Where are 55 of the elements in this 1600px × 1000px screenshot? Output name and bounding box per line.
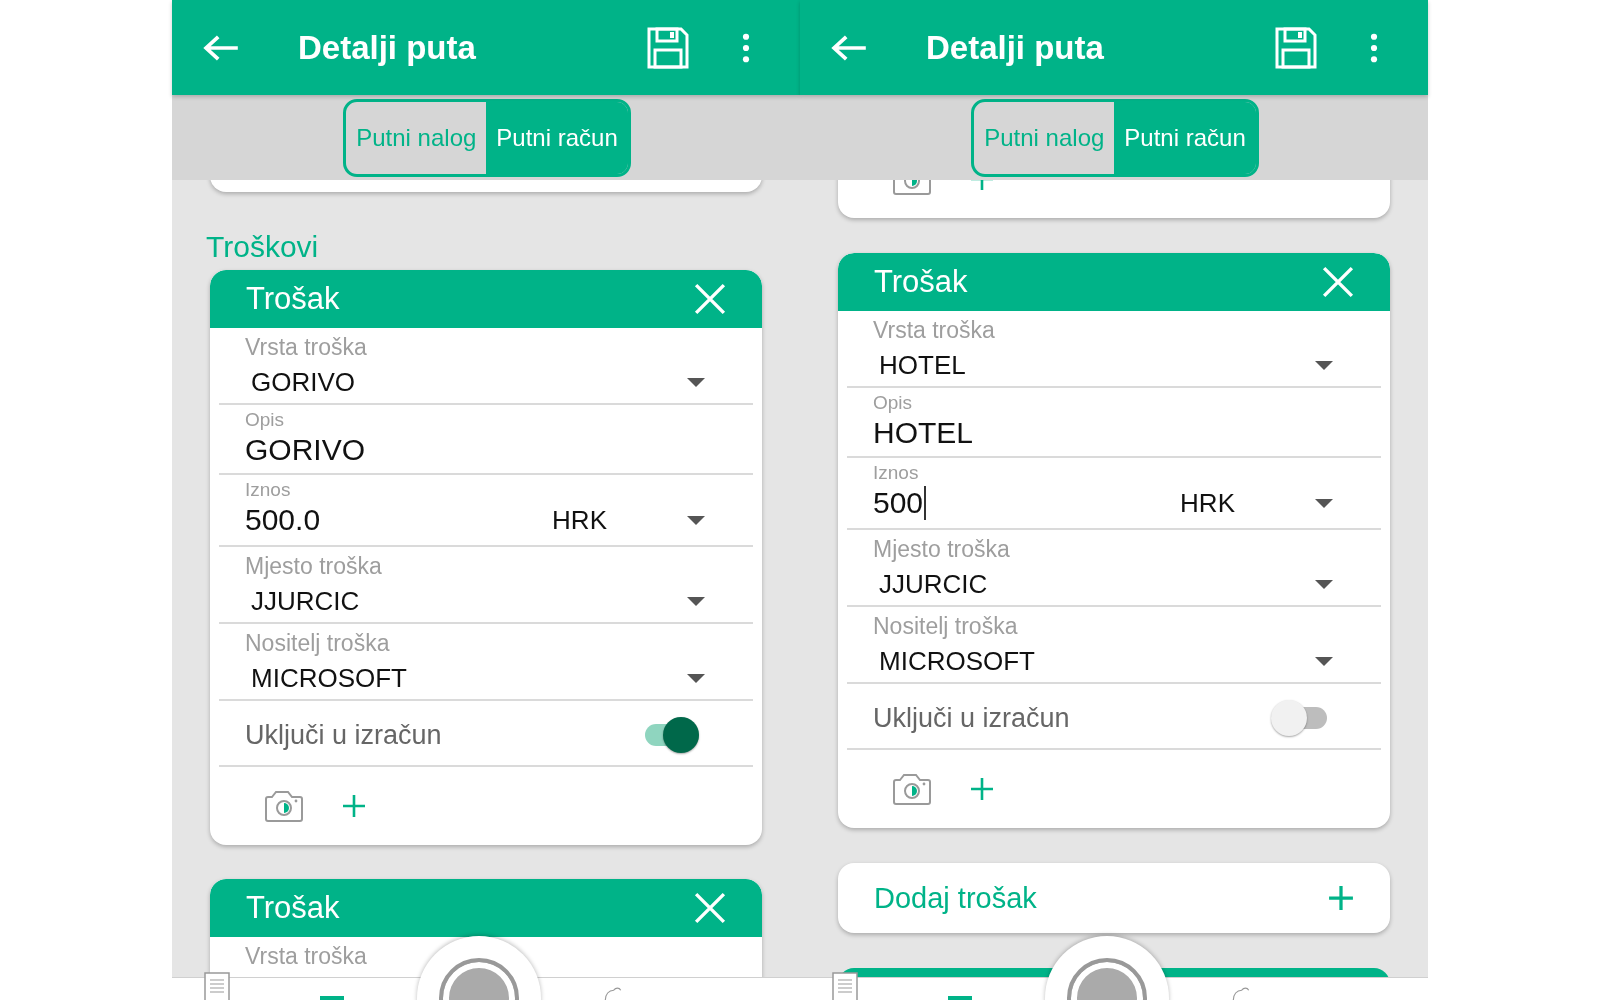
field-label: Vrsta troška (245, 333, 368, 362)
input-field[interactable]: GORIVO (245, 431, 753, 469)
dropdown-field[interactable]: HOTEL (873, 345, 1381, 385)
dropdown-field[interactable]: MICROSOFT (873, 641, 1381, 681)
currency-dropdown[interactable]: HRK (1180, 487, 1381, 519)
field-label: Opis (873, 392, 914, 414)
close-icon[interactable] (694, 892, 726, 924)
field-label: Nositelj troška (873, 612, 1019, 641)
input-field[interactable]: HOTEL (873, 414, 1381, 452)
back-arrow-icon[interactable] (202, 33, 240, 62)
amount-field[interactable]: 500 (873, 484, 1181, 522)
document-icon[interactable] (832, 972, 860, 1000)
card-title: Trošak (246, 281, 341, 317)
caret-icon (1315, 360, 1333, 370)
field-label: Mjesto troška (873, 535, 1011, 564)
field-label: Mjesto troška (245, 552, 383, 581)
document-icon[interactable] (204, 972, 232, 1000)
dropdown-field[interactable]: JJURCIC (245, 581, 753, 621)
back-arrow-icon[interactable] (830, 33, 868, 62)
camera-icon[interactable] (264, 789, 304, 823)
add-icon[interactable] (342, 794, 366, 818)
caret-icon (687, 515, 705, 525)
save-icon[interactable] (1274, 25, 1318, 70)
caret-icon (1315, 579, 1333, 589)
card-title: Trošak (246, 890, 341, 926)
dropdown-field[interactable]: MICROSOFT (245, 658, 753, 698)
screen-title: Detalji puta (298, 28, 477, 67)
dropdown-field[interactable]: GORIVO (245, 362, 753, 402)
dropdown-field[interactable]: JJURCIC (873, 564, 1381, 604)
camera-icon[interactable] (892, 772, 932, 806)
field-label: Vrsta troška (245, 942, 368, 971)
currency-dropdown[interactable]: HRK (552, 504, 753, 536)
add-icon[interactable] (1328, 885, 1354, 911)
section-heading: Troškovi (206, 230, 320, 264)
more-menu-icon[interactable] (1370, 32, 1378, 63)
add-icon[interactable] (970, 777, 994, 801)
field-label: Nositelj troška (245, 629, 391, 658)
toggle-label: Uključi u izračun (873, 702, 1070, 734)
screen-title: Detalji puta (926, 28, 1105, 67)
field-label: Iznos (245, 479, 292, 501)
caret-icon (687, 377, 705, 387)
toggle-label: Uključi u izračun (245, 719, 442, 751)
caret-icon (1315, 656, 1333, 666)
field-label: Iznos (873, 462, 920, 484)
caret-icon (687, 673, 705, 683)
close-icon[interactable] (1322, 266, 1354, 298)
caret-icon (1315, 498, 1333, 508)
close-icon[interactable] (694, 283, 726, 315)
amount-field[interactable]: 500.0 (245, 501, 553, 539)
save-icon[interactable] (646, 25, 690, 70)
field-label: Vrsta troška (873, 316, 996, 345)
caret-icon (687, 596, 705, 606)
more-menu-icon[interactable] (742, 32, 750, 63)
card-title: Trošak (874, 264, 969, 300)
field-label: Opis (245, 409, 286, 431)
